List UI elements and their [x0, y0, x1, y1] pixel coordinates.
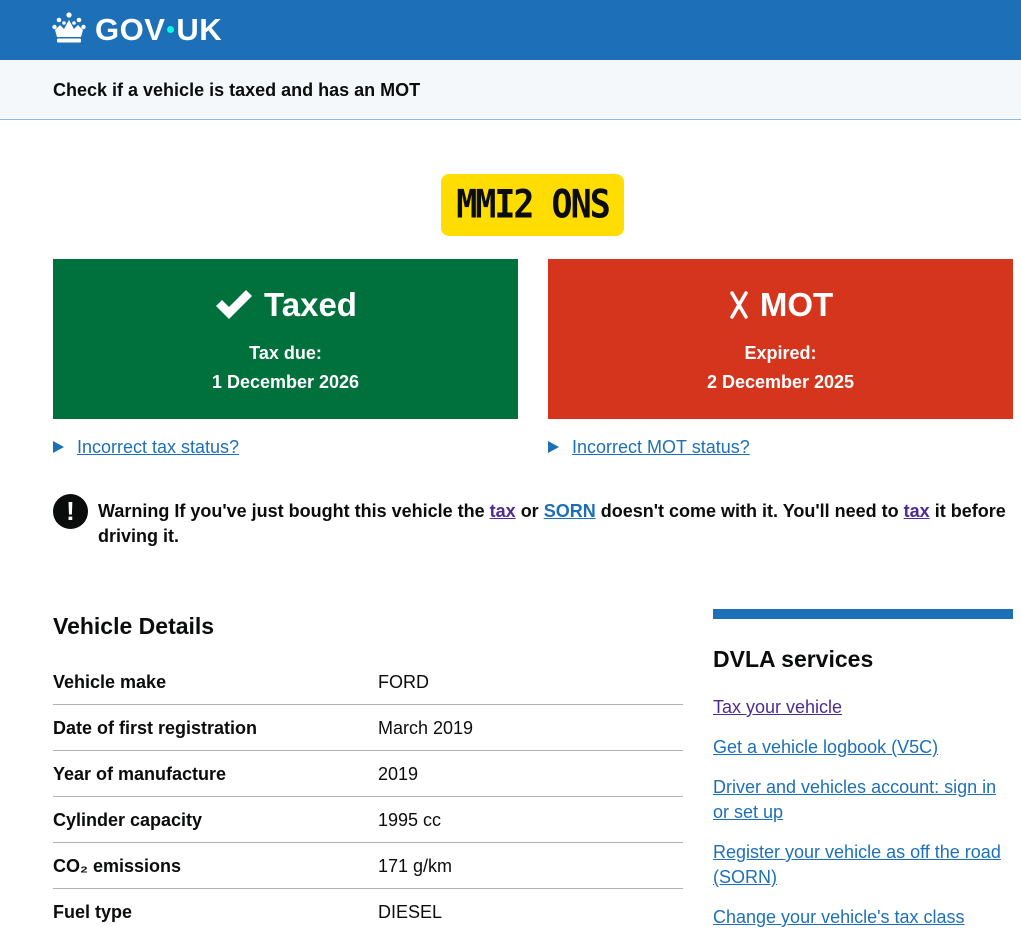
tax-status-title: Taxed — [264, 286, 357, 323]
details-row: Date of first registration March 2019 — [53, 705, 683, 751]
sorn-register-link[interactable]: Register your vehicle as off the road (S… — [713, 840, 1013, 890]
sorn-link[interactable]: SORN — [544, 501, 596, 521]
vehicle-logbook-link[interactable]: Get a vehicle logbook (V5C) — [713, 735, 1013, 760]
warning-message: Warning If you've just bought this vehic… — [98, 501, 1006, 546]
details-row: Vehicle make FORD — [53, 659, 683, 705]
vehicle-details-heading: Vehicle Details — [53, 613, 215, 639]
row-value: 1995 cc — [378, 810, 442, 830]
driver-account-link[interactable]: Driver and vehicles account: sign in or … — [713, 775, 1013, 825]
service-navigation: Check if a vehicle is taxed and has an M… — [0, 60, 1021, 120]
details-row: Fuel type DIESEL — [53, 889, 683, 929]
warning-icon: ! — [53, 494, 88, 529]
row-key: Year of manufacture — [53, 764, 227, 784]
details-row: Year of manufacture 2019 — [53, 751, 683, 797]
tax-link[interactable]: tax — [490, 501, 516, 521]
tax-due-label: Tax due: — [249, 343, 322, 363]
details-row: Cylinder capacity 1995 cc — [53, 797, 683, 843]
incorrect-mot-status-toggle[interactable]: Incorrect MOT status? — [548, 436, 750, 458]
incorrect-mot-status-link[interactable]: Incorrect MOT status? — [572, 436, 750, 458]
check-icon — [216, 290, 253, 319]
incorrect-tax-status-link[interactable]: Incorrect tax status? — [77, 436, 239, 458]
mot-expired-label: Expired: — [744, 343, 817, 363]
row-value: March 2019 — [378, 718, 474, 738]
registration-plate: MMI2 ONS — [441, 174, 624, 236]
dvla-services-sidebar: DVLA services Tax your vehicle Get a veh… — [713, 609, 1013, 927]
row-value: 171 g/km — [378, 856, 453, 876]
tax-link-2[interactable]: tax — [904, 501, 930, 521]
row-key: CO₂ emissions — [53, 856, 182, 876]
service-name[interactable]: Check if a vehicle is taxed and has an M… — [53, 79, 420, 101]
row-key: Date of first registration — [53, 718, 258, 738]
mot-status-heading: MOT — [548, 283, 1013, 327]
logo-dot — [167, 26, 175, 34]
dvla-services-heading: DVLA services — [713, 646, 874, 672]
triangle-right-icon — [548, 441, 559, 453]
mot-status-card: MOT Expired: 2 December 2025 — [548, 259, 1013, 419]
triangle-right-icon — [53, 441, 64, 453]
govuk-logo[interactable]: GOV UK — [95, 12, 222, 48]
row-value: DIESEL — [378, 902, 443, 922]
vehicle-details-list: Vehicle make FORD Date of first registra… — [53, 659, 683, 929]
tax-status-card: Taxed Tax due: 1 December 2026 — [53, 259, 518, 419]
row-key: Fuel type — [53, 902, 133, 922]
incorrect-tax-status-toggle[interactable]: Incorrect tax status? — [53, 436, 239, 458]
mot-status-title: MOT — [759, 286, 834, 323]
row-key: Vehicle make — [53, 672, 167, 692]
details-row: CO₂ emissions 171 g/km — [53, 843, 683, 889]
row-value: FORD — [378, 672, 429, 692]
tax-your-vehicle-link[interactable]: Tax your vehicle — [713, 695, 1013, 720]
tax-status-heading: Taxed — [53, 283, 518, 327]
change-tax-class-link[interactable]: Change your vehicle's tax class — [713, 905, 1013, 929]
govuk-header: GOV UK — [0, 0, 1021, 60]
row-key: Cylinder capacity — [53, 810, 203, 830]
cross-icon — [730, 291, 748, 319]
row-value: 2019 — [378, 764, 419, 784]
crown-icon — [52, 12, 86, 43]
mot-expired-date: 2 December 2025 — [706, 372, 855, 392]
tax-due-date: 1 December 2026 — [211, 372, 360, 392]
registration-number: MMI2 ONS — [456, 182, 611, 228]
